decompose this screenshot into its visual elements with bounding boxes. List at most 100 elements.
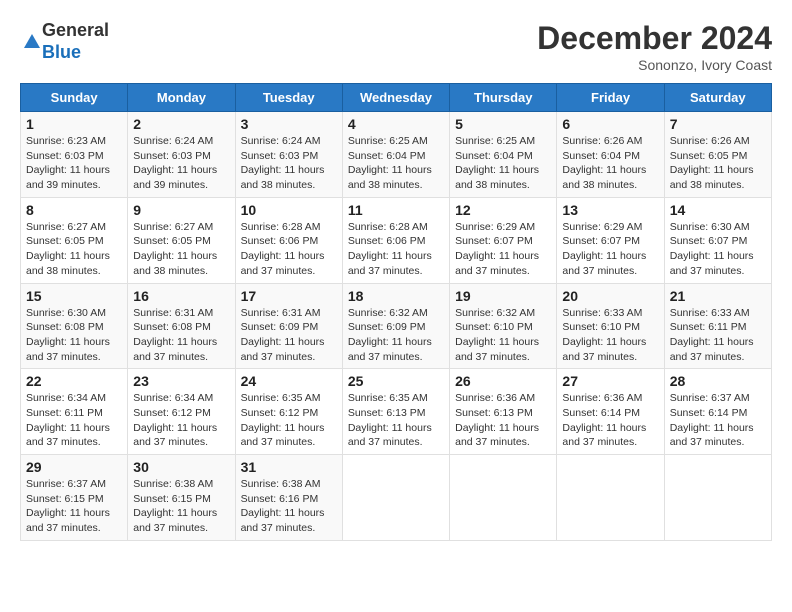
day-info: Sunrise: 6:26 AMSunset: 6:04 PMDaylight:…: [562, 135, 646, 191]
calendar-day-cell: 18 Sunrise: 6:32 AMSunset: 6:09 PMDaylig…: [342, 283, 449, 369]
day-number: 23: [133, 373, 229, 389]
logo-text: General Blue: [42, 20, 109, 63]
calendar-day-cell: 14 Sunrise: 6:30 AMSunset: 6:07 PMDaylig…: [664, 197, 771, 283]
logo-icon: [22, 32, 42, 52]
calendar-day-cell: [450, 455, 557, 541]
calendar-day-cell: 4 Sunrise: 6:25 AMSunset: 6:04 PMDayligh…: [342, 112, 449, 198]
day-number: 27: [562, 373, 658, 389]
calendar-day-cell: 20 Sunrise: 6:33 AMSunset: 6:10 PMDaylig…: [557, 283, 664, 369]
calendar-week-row: 1 Sunrise: 6:23 AMSunset: 6:03 PMDayligh…: [21, 112, 772, 198]
calendar-day-cell: 31 Sunrise: 6:38 AMSunset: 6:16 PMDaylig…: [235, 455, 342, 541]
calendar-day-cell: 21 Sunrise: 6:33 AMSunset: 6:11 PMDaylig…: [664, 283, 771, 369]
day-number: 14: [670, 202, 766, 218]
calendar-day-cell: 28 Sunrise: 6:37 AMSunset: 6:14 PMDaylig…: [664, 369, 771, 455]
day-number: 10: [241, 202, 337, 218]
calendar-day-cell: 3 Sunrise: 6:24 AMSunset: 6:03 PMDayligh…: [235, 112, 342, 198]
calendar-day-cell: 8 Sunrise: 6:27 AMSunset: 6:05 PMDayligh…: [21, 197, 128, 283]
calendar-day-cell: 22 Sunrise: 6:34 AMSunset: 6:11 PMDaylig…: [21, 369, 128, 455]
day-number: 8: [26, 202, 122, 218]
day-info: Sunrise: 6:37 AMSunset: 6:15 PMDaylight:…: [26, 478, 110, 534]
calendar-day-cell: 29 Sunrise: 6:37 AMSunset: 6:15 PMDaylig…: [21, 455, 128, 541]
day-number: 30: [133, 459, 229, 475]
col-monday: Monday: [128, 84, 235, 112]
day-number: 18: [348, 288, 444, 304]
day-number: 1: [26, 116, 122, 132]
calendar-week-row: 8 Sunrise: 6:27 AMSunset: 6:05 PMDayligh…: [21, 197, 772, 283]
day-info: Sunrise: 6:33 AMSunset: 6:11 PMDaylight:…: [670, 307, 754, 363]
calendar-day-cell: 26 Sunrise: 6:36 AMSunset: 6:13 PMDaylig…: [450, 369, 557, 455]
col-tuesday: Tuesday: [235, 84, 342, 112]
day-number: 7: [670, 116, 766, 132]
day-info: Sunrise: 6:24 AMSunset: 6:03 PMDaylight:…: [241, 135, 325, 191]
day-number: 5: [455, 116, 551, 132]
day-number: 28: [670, 373, 766, 389]
day-info: Sunrise: 6:26 AMSunset: 6:05 PMDaylight:…: [670, 135, 754, 191]
calendar-day-cell: 6 Sunrise: 6:26 AMSunset: 6:04 PMDayligh…: [557, 112, 664, 198]
day-info: Sunrise: 6:37 AMSunset: 6:14 PMDaylight:…: [670, 392, 754, 448]
calendar-day-cell: [664, 455, 771, 541]
day-number: 3: [241, 116, 337, 132]
day-info: Sunrise: 6:30 AMSunset: 6:07 PMDaylight:…: [670, 221, 754, 277]
logo-general: General: [42, 20, 109, 40]
calendar-week-row: 22 Sunrise: 6:34 AMSunset: 6:11 PMDaylig…: [21, 369, 772, 455]
calendar-table: Sunday Monday Tuesday Wednesday Thursday…: [20, 83, 772, 541]
day-info: Sunrise: 6:23 AMSunset: 6:03 PMDaylight:…: [26, 135, 110, 191]
day-info: Sunrise: 6:33 AMSunset: 6:10 PMDaylight:…: [562, 307, 646, 363]
calendar-day-cell: 17 Sunrise: 6:31 AMSunset: 6:09 PMDaylig…: [235, 283, 342, 369]
day-info: Sunrise: 6:29 AMSunset: 6:07 PMDaylight:…: [455, 221, 539, 277]
calendar-day-cell: 23 Sunrise: 6:34 AMSunset: 6:12 PMDaylig…: [128, 369, 235, 455]
day-number: 26: [455, 373, 551, 389]
day-number: 20: [562, 288, 658, 304]
day-info: Sunrise: 6:28 AMSunset: 6:06 PMDaylight:…: [241, 221, 325, 277]
day-number: 9: [133, 202, 229, 218]
calendar-week-row: 29 Sunrise: 6:37 AMSunset: 6:15 PMDaylig…: [21, 455, 772, 541]
day-number: 22: [26, 373, 122, 389]
day-info: Sunrise: 6:38 AMSunset: 6:15 PMDaylight:…: [133, 478, 217, 534]
col-sunday: Sunday: [21, 84, 128, 112]
day-number: 11: [348, 202, 444, 218]
day-info: Sunrise: 6:35 AMSunset: 6:13 PMDaylight:…: [348, 392, 432, 448]
day-info: Sunrise: 6:31 AMSunset: 6:08 PMDaylight:…: [133, 307, 217, 363]
calendar-day-cell: 2 Sunrise: 6:24 AMSunset: 6:03 PMDayligh…: [128, 112, 235, 198]
calendar-day-cell: 24 Sunrise: 6:35 AMSunset: 6:12 PMDaylig…: [235, 369, 342, 455]
calendar-week-row: 15 Sunrise: 6:30 AMSunset: 6:08 PMDaylig…: [21, 283, 772, 369]
day-info: Sunrise: 6:36 AMSunset: 6:13 PMDaylight:…: [455, 392, 539, 448]
col-thursday: Thursday: [450, 84, 557, 112]
day-info: Sunrise: 6:32 AMSunset: 6:09 PMDaylight:…: [348, 307, 432, 363]
day-number: 24: [241, 373, 337, 389]
day-info: Sunrise: 6:27 AMSunset: 6:05 PMDaylight:…: [26, 221, 110, 277]
calendar-day-cell: 1 Sunrise: 6:23 AMSunset: 6:03 PMDayligh…: [21, 112, 128, 198]
day-number: 6: [562, 116, 658, 132]
day-info: Sunrise: 6:28 AMSunset: 6:06 PMDaylight:…: [348, 221, 432, 277]
col-saturday: Saturday: [664, 84, 771, 112]
day-info: Sunrise: 6:32 AMSunset: 6:10 PMDaylight:…: [455, 307, 539, 363]
day-number: 21: [670, 288, 766, 304]
day-info: Sunrise: 6:34 AMSunset: 6:11 PMDaylight:…: [26, 392, 110, 448]
calendar-day-cell: 27 Sunrise: 6:36 AMSunset: 6:14 PMDaylig…: [557, 369, 664, 455]
day-info: Sunrise: 6:38 AMSunset: 6:16 PMDaylight:…: [241, 478, 325, 534]
calendar-day-cell: 30 Sunrise: 6:38 AMSunset: 6:15 PMDaylig…: [128, 455, 235, 541]
day-number: 4: [348, 116, 444, 132]
calendar-day-cell: 10 Sunrise: 6:28 AMSunset: 6:06 PMDaylig…: [235, 197, 342, 283]
calendar-subtitle: Sononzo, Ivory Coast: [537, 57, 772, 73]
day-number: 19: [455, 288, 551, 304]
calendar-day-cell: 5 Sunrise: 6:25 AMSunset: 6:04 PMDayligh…: [450, 112, 557, 198]
day-info: Sunrise: 6:31 AMSunset: 6:09 PMDaylight:…: [241, 307, 325, 363]
calendar-day-cell: 9 Sunrise: 6:27 AMSunset: 6:05 PMDayligh…: [128, 197, 235, 283]
calendar-day-cell: 12 Sunrise: 6:29 AMSunset: 6:07 PMDaylig…: [450, 197, 557, 283]
day-info: Sunrise: 6:30 AMSunset: 6:08 PMDaylight:…: [26, 307, 110, 363]
calendar-day-cell: [342, 455, 449, 541]
day-number: 31: [241, 459, 337, 475]
day-info: Sunrise: 6:29 AMSunset: 6:07 PMDaylight:…: [562, 221, 646, 277]
calendar-day-cell: 16 Sunrise: 6:31 AMSunset: 6:08 PMDaylig…: [128, 283, 235, 369]
day-info: Sunrise: 6:25 AMSunset: 6:04 PMDaylight:…: [348, 135, 432, 191]
day-number: 25: [348, 373, 444, 389]
day-info: Sunrise: 6:34 AMSunset: 6:12 PMDaylight:…: [133, 392, 217, 448]
header: General Blue December 2024 Sononzo, Ivor…: [20, 20, 772, 73]
logo: General Blue: [20, 20, 109, 63]
day-info: Sunrise: 6:25 AMSunset: 6:04 PMDaylight:…: [455, 135, 539, 191]
day-info: Sunrise: 6:24 AMSunset: 6:03 PMDaylight:…: [133, 135, 217, 191]
day-number: 13: [562, 202, 658, 218]
day-number: 29: [26, 459, 122, 475]
day-info: Sunrise: 6:35 AMSunset: 6:12 PMDaylight:…: [241, 392, 325, 448]
